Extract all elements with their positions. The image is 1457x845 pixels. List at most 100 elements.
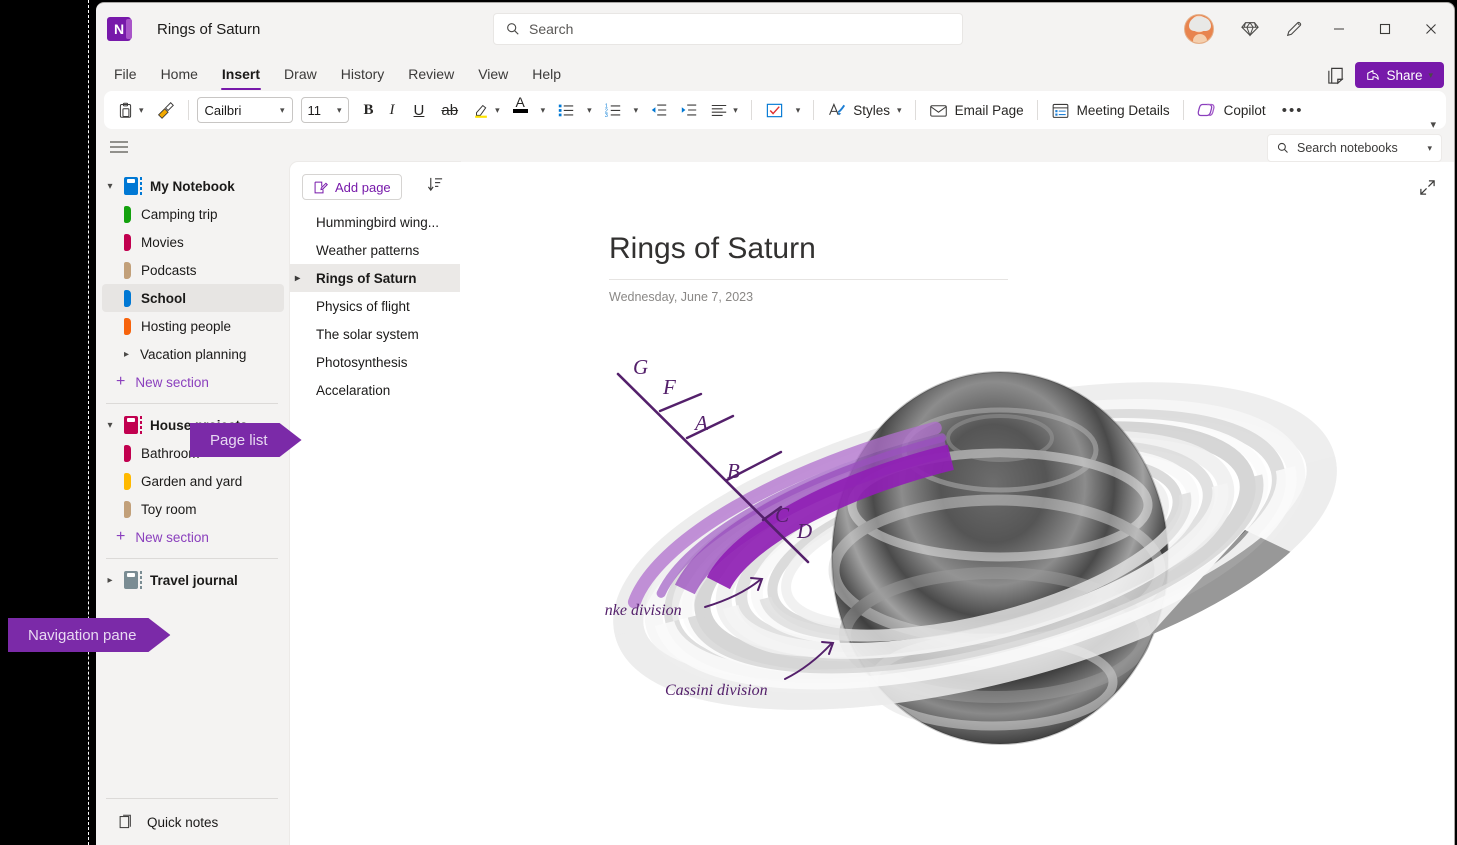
underline-button[interactable]: U [406,96,433,124]
sidebar-item-vacation-planning[interactable]: ▸ Vacation planning [102,340,284,368]
copilot-label: Copilot [1224,103,1266,118]
font-size-select[interactable]: 11 ▾ [301,97,349,123]
sidebar-item-garden-and-yard[interactable]: Garden and yard [102,467,284,495]
todo-tag-button[interactable] [760,96,789,124]
notebook-my-notebook[interactable]: ▾ My Notebook [96,172,290,200]
chevron-right-icon[interactable]: ▸ [295,273,300,284]
paste-button[interactable]: ▾ [112,96,149,124]
search-notebooks-input[interactable]: Search notebooks ▾ [1267,134,1442,162]
italic-button[interactable]: I [381,96,404,124]
more-commands-button[interactable]: ••• [1273,96,1313,124]
quick-notes-button[interactable]: Quick notes [96,809,290,835]
tab-history[interactable]: History [329,59,397,89]
bullets-button[interactable] [552,96,580,124]
tab-insert[interactable]: Insert [210,59,272,89]
more-commands-label: ••• [1282,102,1304,119]
minimize-button[interactable] [1316,3,1362,55]
diamond-icon[interactable] [1228,3,1272,55]
styles-button[interactable]: Styles ▾ [822,96,906,124]
page-item-accelaration[interactable]: Accelaration [290,376,460,404]
new-section-button-2[interactable]: + New section [96,523,290,551]
plus-icon: + [116,529,125,545]
format-painter-button[interactable] [151,96,180,124]
strikethrough-button[interactable]: ab [434,96,465,124]
chevron-down-icon: ▾ [733,106,738,115]
tab-help[interactable]: Help [520,59,573,89]
styles-icon [827,101,846,120]
tab-view[interactable]: View [466,59,520,89]
avatar[interactable] [1184,14,1214,44]
email-page-button[interactable]: Email Page [924,96,1029,124]
sidebar-item-podcasts[interactable]: Podcasts [102,256,284,284]
chevron-down-icon: ▾ [280,106,285,115]
divider [1037,100,1038,120]
bold-button[interactable]: B [359,96,379,124]
pen-icon[interactable] [1272,3,1316,55]
sidebar-item-hosting-people[interactable]: Hosting people [102,312,284,340]
section-color-swatch [124,290,131,307]
bullets-dropdown[interactable]: ▾ [582,96,597,124]
font-color-button[interactable]: A [507,96,534,124]
note-canvas[interactable]: Rings of Saturn Wednesday, June 7, 2023 [460,162,1454,845]
sticky-note-icon[interactable] [1326,66,1345,85]
ring-label-C: C [775,503,790,527]
calendar-icon [1051,101,1070,120]
notes-icon [118,814,135,831]
highlight-button[interactable]: ▾ [467,96,505,124]
tab-draw[interactable]: Draw [272,59,329,89]
page-title[interactable]: Rings of Saturn [609,232,816,266]
align-button[interactable]: ▾ [705,96,743,124]
tab-home[interactable]: Home [149,59,210,89]
new-section-button[interactable]: + New section [96,368,290,396]
page-date[interactable]: Wednesday, June 7, 2023 [609,290,753,304]
numbering-button[interactable]: 1 2 3 [599,96,627,124]
font-color-dropdown[interactable]: ▾ [536,96,551,124]
page-item-the-solar-system[interactable]: The solar system [290,320,460,348]
sidebar-item-school[interactable]: School [102,284,284,312]
share-button[interactable]: Share ▾ [1355,62,1444,88]
search-input[interactable]: Search [493,13,963,45]
saturn-illustration[interactable]: G F A B C D [605,330,1345,762]
saturn-drawing: G F A B C D [605,330,1345,762]
page-item-physics-of-flight[interactable]: Physics of flight [290,292,460,320]
divider [106,558,278,559]
page-item-hummingbird-wing[interactable]: Hummingbird wing... [290,208,460,236]
page-item-photosynthesis[interactable]: Photosynthesis [290,348,460,376]
tab-review[interactable]: Review [396,59,466,89]
font-name-select[interactable]: Cailbri ▾ [197,97,293,123]
sidebar-item-label: School [141,291,186,306]
copilot-button[interactable]: Copilot [1192,96,1271,124]
underline-label: U [414,102,425,119]
tab-file[interactable]: File [102,59,149,89]
sidebar-item-camping-trip[interactable]: Camping trip [102,200,284,228]
chevron-down-icon: ▾ [796,106,801,115]
page-item-weather-patterns[interactable]: Weather patterns [290,236,460,264]
sidebar-item-toy-room[interactable]: Toy room [102,495,284,523]
ribbon-expand-icon[interactable]: ▾ [1430,118,1436,131]
notebook-travel-journal[interactable]: ▸ Travel journal [96,566,290,594]
styles-label: Styles [853,103,890,118]
search-notebooks-placeholder: Search notebooks [1297,141,1398,155]
sort-pages-button[interactable] [427,176,444,198]
email-page-label: Email Page [955,103,1024,118]
page-list-toolbar: Add page [290,162,460,208]
chevron-down-icon: ▾ [139,106,144,115]
share-label: Share [1386,68,1422,83]
desktop-backdrop [0,0,89,845]
close-button[interactable] [1408,3,1454,55]
maximize-button[interactable] [1362,3,1408,55]
section-color-swatch [124,318,131,335]
increase-indent-button[interactable] [675,96,703,124]
todo-tag-dropdown[interactable]: ▾ [791,96,806,124]
page-item-rings-of-saturn[interactable]: ▸ Rings of Saturn [290,264,460,292]
hamburger-menu-icon[interactable] [110,140,128,159]
sidebar-item-movies[interactable]: Movies [102,228,284,256]
meeting-details-button[interactable]: Meeting Details [1046,96,1175,124]
ribbon-right-actions: Share ▾ [1326,62,1444,88]
decrease-indent-button[interactable] [645,96,673,124]
divider [188,100,189,120]
expand-icon[interactable] [1419,179,1436,201]
add-page-button[interactable]: Add page [302,174,402,200]
numbering-dropdown[interactable]: ▾ [629,96,644,124]
search-icon [1277,142,1289,154]
